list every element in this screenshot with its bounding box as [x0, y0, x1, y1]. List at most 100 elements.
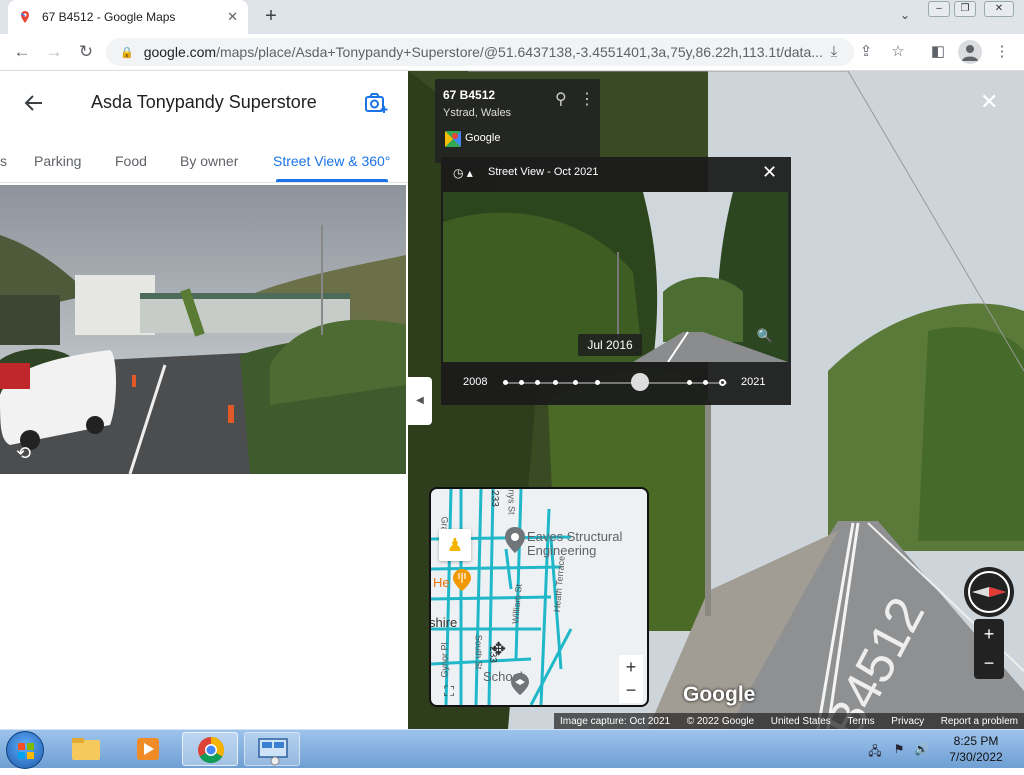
map-label: Eaves Structural	[527, 529, 623, 544]
timeline-capture-dot[interactable]	[687, 380, 692, 385]
map-label: nys St	[506, 489, 517, 515]
timeline-start-year: 2008	[463, 376, 488, 388]
tab-all[interactable]: s	[0, 153, 7, 169]
address-bar[interactable]: 🔒 google.com/maps/place/Asda+Tonypandy+S…	[106, 38, 854, 66]
minimap-zoom-in-button[interactable]: +	[619, 655, 643, 679]
file-explorer-icon[interactable]	[58, 732, 114, 766]
back-arrow-icon[interactable]: ←	[12, 42, 32, 62]
timeline-end-year: 2021	[741, 376, 766, 388]
action-center-icon[interactable]: ⚑	[892, 742, 906, 756]
minimize-button[interactable]: –	[928, 1, 950, 17]
browser-tab[interactable]: 67 B4512 - Google Maps ✕	[8, 0, 248, 34]
street-view-thumbnail[interactable]	[0, 185, 406, 474]
tab-food[interactable]: Food	[115, 153, 147, 169]
school-pin-icon[interactable]	[511, 673, 529, 695]
report-problem-link[interactable]: Report a problem	[941, 716, 1018, 727]
move-cursor-icon: ✥	[491, 639, 507, 659]
tab-search-icon[interactable]: ⌄	[896, 8, 914, 26]
more-options-icon[interactable]: ⋮	[579, 89, 595, 109]
place-panel: Asda Tonypandy Superstore s Parking Food…	[0, 71, 408, 729]
timeline-capture-dot[interactable]	[703, 380, 708, 385]
add-photo-icon[interactable]	[364, 92, 388, 114]
remote-desktop-icon[interactable]	[244, 732, 300, 766]
map-label: shire	[429, 615, 458, 630]
360-rotate-icon: ⟲	[16, 443, 32, 463]
expand-minimap-icon[interactable]: ⛶	[437, 679, 461, 703]
timeline-slider-knob[interactable]	[631, 373, 650, 391]
restaurant-pin-icon[interactable]	[453, 569, 471, 591]
location-pin-icon[interactable]: ⚲	[555, 89, 567, 109]
compass-icon[interactable]	[964, 567, 1014, 617]
restore-button[interactable]: ❐	[954, 1, 976, 17]
new-tab-button[interactable]: +	[260, 5, 282, 27]
copyright-text: © 2022 Google	[686, 715, 755, 727]
zoom-out-button[interactable]: −	[974, 649, 1004, 679]
road-name: 67 B4512	[443, 88, 496, 102]
tab-strip: 67 B4512 - Google Maps ✕ + ⌄ – ❐ ✕	[0, 0, 1024, 34]
timeline-capture-dot[interactable]	[553, 380, 558, 385]
zoom-in-button[interactable]: +	[974, 619, 1004, 649]
close-street-view-icon[interactable]: ✕	[980, 89, 998, 115]
network-icon[interactable]: 🖧	[868, 742, 882, 758]
install-icon[interactable]: ⤓	[824, 42, 844, 62]
location-card: 67 B4512 Ystrad, Wales Google ⚲ ⋮	[435, 79, 600, 163]
clock-date: 7/30/2022	[949, 750, 1003, 764]
google-maps-icon	[445, 131, 461, 147]
timeline-capture-dot[interactable]	[573, 380, 578, 385]
tab-by-owner[interactable]: By owner	[180, 153, 238, 169]
timeline-current-dot[interactable]	[719, 379, 726, 386]
map-label: He	[433, 575, 450, 590]
timeline-capture-dot[interactable]	[519, 380, 524, 385]
pegman-icon[interactable]: ♟	[439, 529, 471, 561]
time-machine-title: Street View - Oct 2021	[488, 166, 599, 178]
place-name: Ystrad, Wales	[443, 107, 512, 119]
history-clock-icon[interactable]: ◷ ▴	[453, 166, 473, 180]
time-machine-panel: ◷ ▴ Street View - Oct 2021 ✕ Jul 2016 🔍 …	[441, 157, 791, 405]
timeline-capture-dot[interactable]	[595, 380, 600, 385]
window-close-button[interactable]: ✕	[984, 1, 1014, 17]
share-icon[interactable]: ⇪	[856, 42, 876, 62]
privacy-link[interactable]: Privacy	[891, 716, 924, 727]
image-capture-date: Image capture: Oct 2021	[560, 715, 671, 727]
side-panel-icon[interactable]: ◧	[928, 42, 948, 62]
tab-parking[interactable]: Parking	[34, 153, 81, 169]
terms-link[interactable]: Terms	[847, 716, 874, 727]
tab-street-view[interactable]: Street View & 360°	[273, 153, 390, 169]
reload-icon[interactable]: ↻	[76, 42, 96, 62]
minimap-roads	[431, 489, 573, 705]
collapse-side-panel-button[interactable]: ◀	[408, 377, 432, 425]
selected-date-label: Jul 2016	[578, 334, 642, 356]
attribution-bar: Image capture: Oct 2021 © 2022 Google Un…	[554, 713, 1024, 729]
tab-close-icon[interactable]: ✕	[227, 9, 238, 25]
map-label: South St	[473, 634, 484, 670]
minimap[interactable]: Eaves Structural Engineering He shire Sc…	[429, 487, 649, 707]
place-pin-icon[interactable]	[505, 527, 525, 553]
country-link[interactable]: United States	[771, 716, 831, 727]
windows-start-icon[interactable]	[6, 731, 44, 769]
minimap-zoom-out-button[interactable]: −	[619, 679, 643, 703]
lock-icon: 🔒	[120, 46, 134, 59]
map-label: 233	[488, 490, 500, 507]
zoom-in-preview-icon[interactable]: 🔍	[754, 328, 776, 350]
back-arrow-icon[interactable]	[22, 91, 46, 115]
taskbar: 🖧 ⚑ 🔊 8:25 PM 7/30/2022	[0, 729, 1024, 769]
volume-icon[interactable]: 🔊	[914, 742, 929, 756]
map-label: Gynor Pl	[439, 642, 450, 678]
photo-category-tabs: s Parking Food By owner Street View & 36…	[0, 147, 408, 183]
chrome-menu-icon[interactable]: ⋮	[992, 42, 1012, 62]
bookmark-star-icon[interactable]: ☆	[888, 42, 908, 62]
google-maps-icon	[20, 11, 29, 23]
system-clock[interactable]: 8:25 PM 7/30/2022	[934, 733, 1018, 765]
google-logo: Google	[683, 683, 756, 706]
active-tab-indicator	[276, 179, 388, 182]
timeline-capture-dot[interactable]	[535, 380, 540, 385]
media-player-icon[interactable]	[120, 732, 176, 766]
forward-arrow-icon[interactable]: →	[44, 42, 64, 62]
close-time-machine-icon[interactable]: ✕	[762, 162, 777, 183]
chrome-taskbar-icon[interactable]	[182, 732, 238, 766]
url-host: google.com	[143, 44, 217, 60]
timeline-capture-dot[interactable]	[503, 380, 508, 385]
tab-title: 67 B4512 - Google Maps	[42, 10, 176, 24]
street-view-panorama[interactable]: B4512 67 B4512 Ystrad, Wales Google ⚲ ⋮ …	[408, 71, 1024, 729]
profile-avatar-icon[interactable]	[958, 40, 982, 64]
